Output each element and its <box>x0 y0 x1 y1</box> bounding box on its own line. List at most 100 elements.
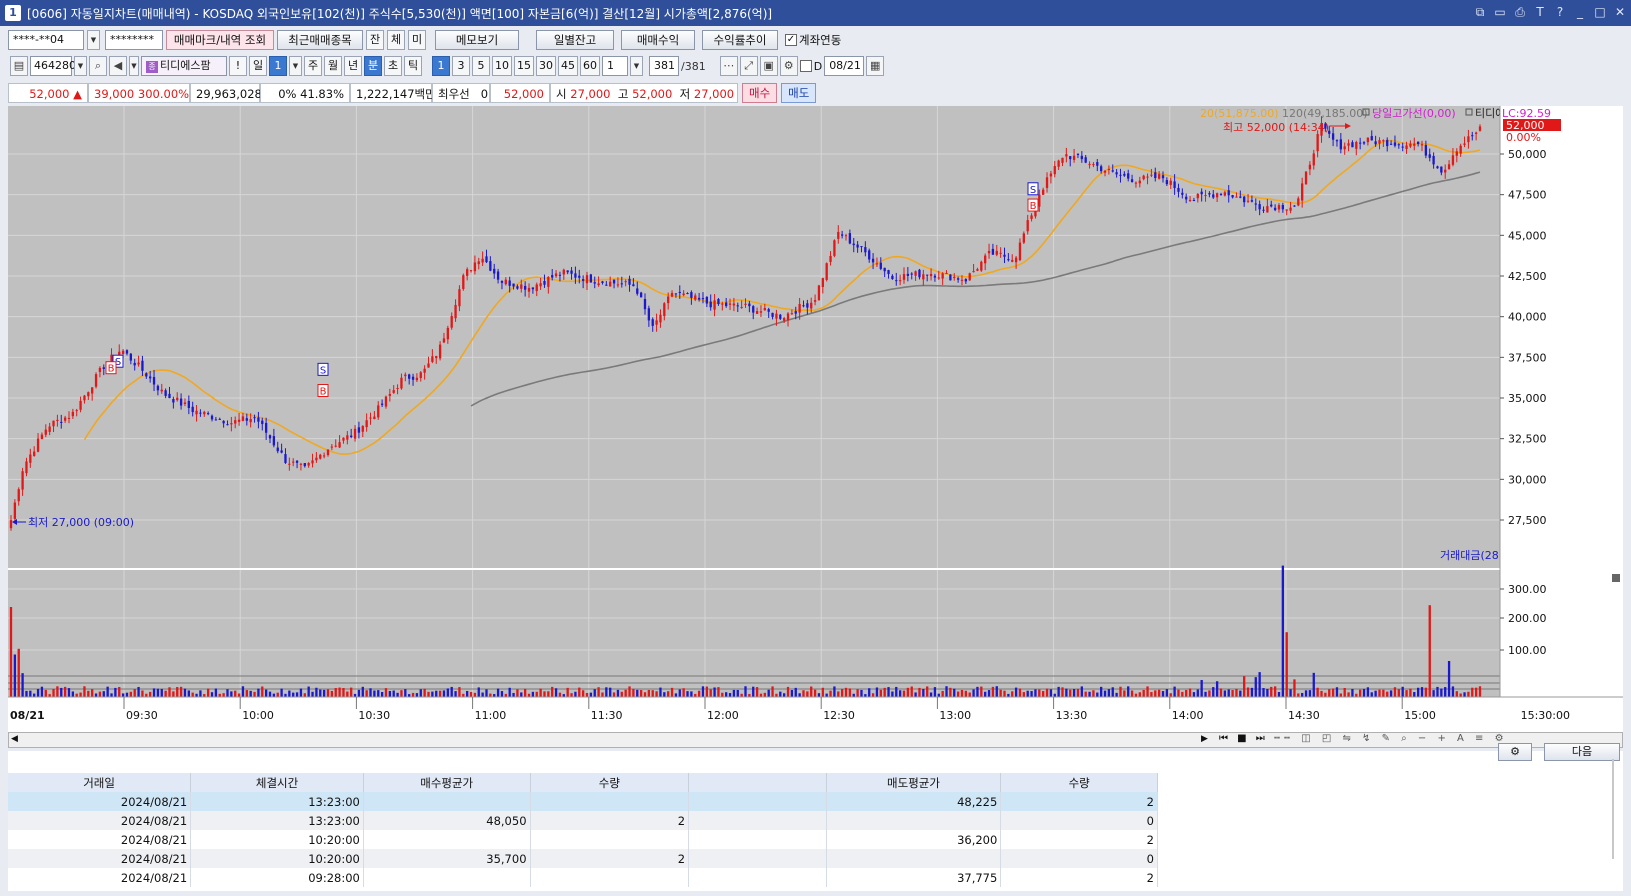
save-icon[interactable]: ▣ <box>759 56 778 76</box>
chart-tool-icon[interactable]: ⋯ <box>719 56 738 76</box>
minute-3[interactable]: 3 <box>452 56 470 76</box>
day-count-dropdown-icon[interactable]: ▼ <box>289 56 302 76</box>
candle-body <box>520 284 523 289</box>
minute-60[interactable]: 60 <box>580 56 600 76</box>
period-week[interactable]: 주 <box>304 56 322 76</box>
speaker-dropdown-icon[interactable]: ▼ <box>129 56 139 76</box>
close-icon[interactable]: ✕ <box>1613 4 1627 20</box>
volume-bar <box>840 689 844 697</box>
col-buy-avg[interactable]: 매수평균가 <box>363 773 531 792</box>
settings-icon[interactable]: ⚙ <box>779 56 798 76</box>
tab-mi[interactable]: 미 <box>408 30 426 50</box>
layout-icon[interactable]: ▭ <box>1493 4 1507 20</box>
chart-area[interactable]: SBSBSB 20(51,875.00) 120(49,185.00) 당일고가… <box>8 106 1623 732</box>
minute-45[interactable]: 45 <box>558 56 578 76</box>
volume: 29,963,028 <box>190 83 262 103</box>
app-icon[interactable]: 1 <box>5 5 21 21</box>
minute-10[interactable]: 10 <box>492 56 512 76</box>
candle-body <box>810 302 813 309</box>
date-field[interactable]: 08/21 <box>824 56 865 76</box>
candle-body <box>825 263 828 280</box>
trade-mark-button[interactable]: 매매마크/내역 조회 <box>166 30 274 50</box>
period-day[interactable]: 일 <box>249 56 267 76</box>
calendar-icon[interactable]: ▦ <box>866 56 885 76</box>
scroll-left-icon[interactable]: ◀ <box>11 734 18 744</box>
table-row[interactable]: 2024/08/21 09:28:00 37,775 2 <box>8 868 1158 887</box>
panel-icon[interactable]: ▤ <box>10 56 28 76</box>
col-buy-qty[interactable]: 수량 <box>530 773 690 792</box>
col-exec-time[interactable]: 체결시간 <box>190 773 364 792</box>
scroll-right-icon[interactable]: ▶ <box>1201 734 1208 744</box>
next-button[interactable]: 다음 <box>1544 743 1620 761</box>
alert-button[interactable]: ! <box>229 56 247 76</box>
recent-trades-button[interactable]: 최근매매종목 <box>277 30 363 50</box>
font-icon[interactable]: T <box>1533 4 1547 20</box>
price-pane[interactable] <box>8 106 1548 568</box>
chart-tools-icons[interactable]: ┅┅ ◫ ◰ ⇋ ↯ ✎ ⌕ − + A ≡ ⚙ <box>1274 733 1508 744</box>
buy-button[interactable]: 매수 <box>742 83 778 103</box>
memo-button[interactable]: 메모보기 <box>435 30 519 50</box>
daily-balance-button[interactable]: 일별잔고 <box>536 30 614 50</box>
account-field[interactable]: ****-**04 <box>8 30 84 50</box>
table-row[interactable]: 2024/08/21 13:23:00 48,225 2 <box>8 792 1158 811</box>
period-tick[interactable]: 틱 <box>404 56 422 76</box>
table-row[interactable]: 2024/08/21 10:20:00 35,700 2 0 <box>8 849 1158 868</box>
period-year[interactable]: 년 <box>344 56 362 76</box>
maximize-icon[interactable]: □ <box>1593 4 1607 20</box>
stock-code-field[interactable]: 464280 <box>30 56 76 76</box>
profit-trend-button[interactable]: 수익률추이 <box>702 30 778 50</box>
tab-che[interactable]: 체 <box>387 30 405 50</box>
volume-bar <box>9 607 13 697</box>
volume-bar <box>257 688 260 697</box>
candlestick-chart[interactable]: SB SBSB 20(51,875.00) 120(49,185.00) 당일고가… <box>8 106 1623 732</box>
account-dropdown-icon[interactable]: ▼ <box>87 30 100 50</box>
tab-jan[interactable]: 잔 <box>366 30 384 50</box>
day-count[interactable]: 1 <box>269 56 287 76</box>
account-link-checkbox[interactable]: ✓ <box>785 34 797 46</box>
candle-body <box>574 273 577 278</box>
volume-bar <box>581 690 585 697</box>
candle-body <box>670 292 674 297</box>
candle-body <box>284 454 287 463</box>
volume-bar <box>63 686 67 697</box>
help-icon[interactable]: ? <box>1553 4 1567 20</box>
password-field[interactable]: ******** <box>105 30 163 50</box>
col-sell-qty[interactable]: 수량 <box>1000 773 1158 792</box>
table-row[interactable]: 2024/08/21 10:20:00 36,200 2 <box>8 830 1158 849</box>
stock-name[interactable]: 종 티디에스팜 <box>141 56 227 76</box>
print-icon[interactable]: ⎙ <box>1513 4 1527 20</box>
chart-scrollbar[interactable]: ◀ ▶ ⏮ ■ ⏭ ┅┅ ◫ ◰ ⇋ ↯ ✎ ⌕ − + A ≡ ⚙ <box>8 732 1623 748</box>
period-month[interactable]: 월 <box>324 56 342 76</box>
playback-icons[interactable]: ⏮ ■ ⏭ <box>1219 733 1268 744</box>
volume-bar <box>848 688 852 697</box>
speaker-icon[interactable]: ◀ <box>109 56 127 76</box>
minute-1[interactable]: 1 <box>432 56 450 76</box>
col-trade-date[interactable]: 거래일 <box>8 773 192 792</box>
minute-5[interactable]: 5 <box>472 56 490 76</box>
count-dropdown-icon[interactable]: ▼ <box>630 56 643 76</box>
table-row[interactable]: 2024/08/21 13:23:00 48,050 2 0 <box>8 811 1158 830</box>
minute-30[interactable]: 30 <box>536 56 556 76</box>
volume-bar <box>1285 632 1288 697</box>
period-minute[interactable]: 분 <box>364 56 382 76</box>
compare-icon[interactable]: ⤢ <box>739 56 758 76</box>
trade-profit-button[interactable]: 매매수익 <box>621 30 695 50</box>
minute-15[interactable]: 15 <box>514 56 534 76</box>
link-icon[interactable]: ⧉ <box>1473 4 1487 20</box>
count-shown-field[interactable]: 381 <box>649 56 679 76</box>
table-settings-icon[interactable]: ⚙ <box>1498 743 1532 761</box>
candle-body <box>833 240 836 256</box>
minimize-icon[interactable]: _ <box>1573 4 1587 20</box>
sell-button[interactable]: 매도 <box>781 83 817 103</box>
search-icon[interactable]: ⌕ <box>89 56 107 76</box>
col-sell-avg[interactable]: 매도평균가 <box>826 773 1002 792</box>
table-scroll-track[interactable] <box>1612 759 1614 859</box>
volume-rate: 0% 41.83% <box>260 83 350 103</box>
candle-body <box>52 420 55 427</box>
period-second[interactable]: 초 <box>384 56 402 76</box>
col-blank[interactable] <box>688 773 827 792</box>
count-select[interactable]: 1 <box>602 56 628 76</box>
candle-body <box>581 279 585 281</box>
code-dropdown-icon[interactable]: ▼ <box>74 56 87 76</box>
date-checkbox[interactable] <box>799 60 812 72</box>
